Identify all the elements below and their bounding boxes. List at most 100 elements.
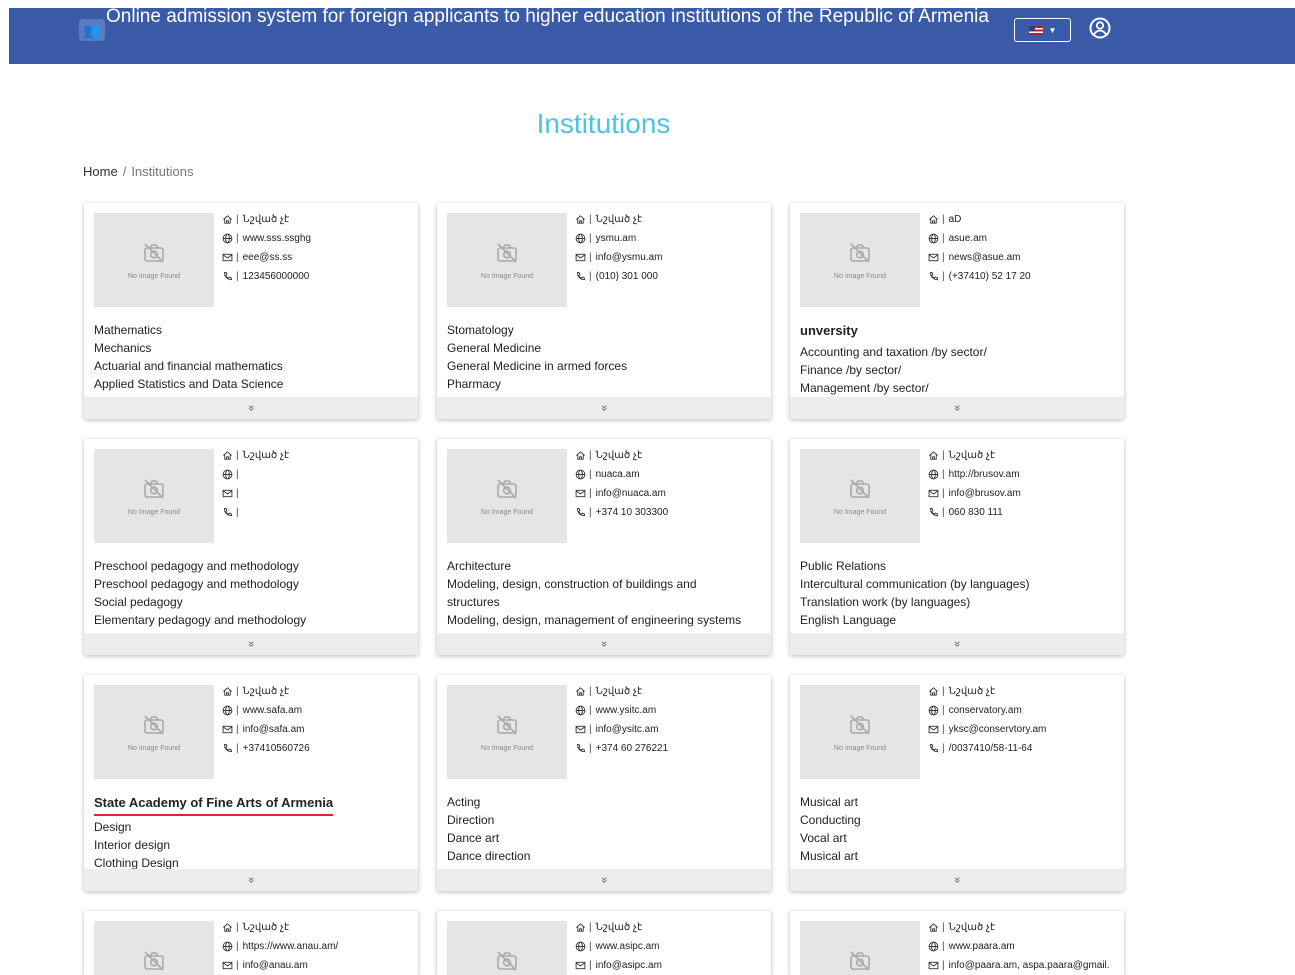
- contact-address-value: Նշված չէ: [242, 686, 290, 697]
- institution-card[interactable]: No Image Found | aD | asue.am | news@asue.am |…: [790, 203, 1124, 419]
- program-item: Musical art: [800, 795, 859, 809]
- program-list: Mathematics Mechanics Actuarial and financ…: [94, 321, 414, 393]
- institution-card[interactable]: No Image Found | Նշված չէ | http://brusov.a…: [790, 439, 1124, 655]
- program-item: Modeling, design, construction of buildi…: [447, 577, 697, 591]
- contact-email[interactable]: | news@asue.am: [928, 251, 1118, 270]
- institution-image-placeholder: No Image Found: [94, 213, 214, 307]
- phone-icon: [930, 743, 939, 753]
- no-image-text: No Image Found: [127, 745, 181, 752]
- contact-address-value: Նշված չէ: [948, 686, 996, 697]
- expand-card-button[interactable]: »: [790, 633, 1124, 655]
- phone-icon: [930, 507, 939, 517]
- chevron-double-down-icon: »: [951, 640, 963, 648]
- home-icon: [576, 923, 585, 932]
- chevron-double-down-icon: »: [598, 404, 610, 412]
- app-logo-icon[interactable]: 👥: [79, 19, 105, 41]
- contact-email[interactable]: |: [222, 487, 412, 506]
- expand-card-button[interactable]: »: [84, 633, 418, 655]
- program-item: Dance direction: [447, 849, 531, 863]
- contact-phone: | +374 10 303300: [575, 506, 765, 525]
- institution-name[interactable]: State Academy of Fine Arts of Armenia: [94, 793, 334, 816]
- contact-website[interactable]: | www.asipc.am: [575, 940, 765, 959]
- contact-website[interactable]: | www.ysitc.am: [575, 704, 765, 723]
- contact-website[interactable]: | www.paara.am: [928, 940, 1118, 959]
- no-image-text: No Image Found: [480, 745, 534, 752]
- phone-icon: [930, 271, 939, 281]
- expand-card-button[interactable]: »: [437, 869, 771, 891]
- institution-card[interactable]: No Image Found | Նշված չէ | ysmu.am | info@ys…: [437, 203, 771, 419]
- institution-card[interactable]: No Image Found | Նշված չէ | conservatory.am…: [790, 675, 1124, 891]
- chevron-double-down-icon: »: [245, 876, 257, 884]
- home-icon: [223, 923, 232, 932]
- expand-card-button[interactable]: »: [84, 869, 418, 891]
- institution-contacts: | Նշված չէ | www.sss.ssghg | eee@ss.ss | 123456…: [222, 213, 412, 289]
- contact-website-value: www.sss.ssghg: [242, 233, 311, 244]
- no-image-camera-icon: [850, 243, 870, 263]
- envelope-icon: [928, 253, 939, 262]
- contact-email[interactable]: | yksc@conservtory.am: [928, 723, 1118, 742]
- no-image-camera-icon: [497, 951, 517, 971]
- envelope-icon: [575, 725, 586, 734]
- site-title[interactable]: Online admission system for foreign appl…: [106, 6, 1016, 27]
- contact-website-value: nuaca.am: [595, 469, 640, 480]
- contact-website[interactable]: | asue.am: [928, 232, 1118, 251]
- institution-contacts: | Նշված չէ | conservatory.am | yksc@conservto…: [928, 685, 1118, 761]
- expand-card-button[interactable]: »: [437, 633, 771, 655]
- institution-card[interactable]: No Image Found | Նշված չէ | www.safa.am | inf…: [84, 675, 418, 891]
- contact-website[interactable]: | https://www.anau.am/: [222, 940, 412, 959]
- contact-email[interactable]: | info@safa.am: [222, 723, 412, 742]
- program-item: Direction: [447, 813, 495, 827]
- contact-phone: | +37410560726: [222, 742, 412, 761]
- institution-card[interactable]: No Image Found | Նշված չէ | www.ysitc.am | in…: [437, 675, 771, 891]
- user-account-icon[interactable]: [1089, 17, 1111, 39]
- globe-icon: [575, 941, 586, 952]
- contact-email[interactable]: | info@ysmu.am: [575, 251, 765, 270]
- no-image-camera-icon: [497, 715, 517, 735]
- expand-card-button[interactable]: »: [437, 397, 771, 419]
- language-dropdown-button[interactable]: ▼: [1014, 18, 1071, 42]
- globe-icon: [222, 941, 233, 952]
- envelope-icon: [222, 961, 233, 970]
- chevron-double-down-icon: »: [245, 404, 257, 412]
- contact-website[interactable]: | http://brusov.am: [928, 468, 1118, 487]
- institution-card[interactable]: No Image Found |Նշված չէ|www.paara.am|in…: [790, 911, 1124, 975]
- contact-website[interactable]: | ysmu.am: [575, 232, 765, 251]
- institution-contacts: | Նշված չէ | nuaca.am | info@nuaca.am | +374 10…: [575, 449, 765, 525]
- contact-email[interactable]: | info@ysitc.am: [575, 723, 765, 742]
- expand-card-button[interactable]: »: [790, 869, 1124, 891]
- chevron-double-down-icon: »: [598, 876, 610, 884]
- contact-website[interactable]: |: [222, 468, 412, 487]
- contact-website[interactable]: | conservatory.am: [928, 704, 1118, 723]
- contact-phone: | (+37410) 52 17 20: [928, 270, 1118, 289]
- institution-card[interactable]: No Image Found | Նշված չէ | www.sss.ssghg | e…: [84, 203, 418, 419]
- expand-card-button[interactable]: »: [790, 397, 1124, 419]
- contact-email[interactable]: | info@brusov.am: [928, 487, 1118, 506]
- program-item: Finance /by sector/: [800, 363, 902, 377]
- contact-email[interactable]: | eee@ss.ss: [222, 251, 412, 270]
- expand-card-button[interactable]: »: [84, 397, 418, 419]
- institution-card[interactable]: No Image Found |Նշված չէ|https://www.ana…: [84, 911, 418, 975]
- no-image-text: No Image Found: [127, 509, 181, 516]
- breadcrumb-home-link[interactable]: Home: [83, 164, 118, 179]
- program-item: Intercultural communication (by language…: [800, 577, 1030, 591]
- contact-website[interactable]: | www.safa.am: [222, 704, 412, 723]
- program-item: Social pedagogy: [94, 595, 183, 609]
- globe-icon: [928, 233, 939, 244]
- caret-down-icon: ▼: [1048, 25, 1057, 35]
- chevron-double-down-icon: »: [598, 640, 610, 648]
- contact-website-value: asue.am: [948, 233, 987, 244]
- institution-card[interactable]: No Image Found | Նշված չէ | nuaca.am | info@n…: [437, 439, 771, 655]
- program-item: General Medicine in armed forces: [447, 359, 628, 373]
- contact-website-value: https://www.anau.am/: [242, 941, 339, 952]
- no-image-text: No Image Found: [833, 745, 887, 752]
- institution-card[interactable]: No Image Found | Նշված չէ | | | Preschool pe…: [84, 439, 418, 655]
- phone-icon: [577, 507, 586, 517]
- institution-image-placeholder: No Image Found: [94, 921, 214, 975]
- contact-website[interactable]: | www.sss.ssghg: [222, 232, 412, 251]
- contact-address: | Նշված չէ: [575, 921, 765, 940]
- contact-website-value: conservatory.am: [948, 705, 1022, 716]
- institution-card[interactable]: No Image Found |Նշված չէ|www.asipc.am|in…: [437, 911, 771, 975]
- contact-email[interactable]: | info@nuaca.am: [575, 487, 765, 506]
- contact-website[interactable]: | nuaca.am: [575, 468, 765, 487]
- institution-name[interactable]: unversity: [800, 321, 858, 341]
